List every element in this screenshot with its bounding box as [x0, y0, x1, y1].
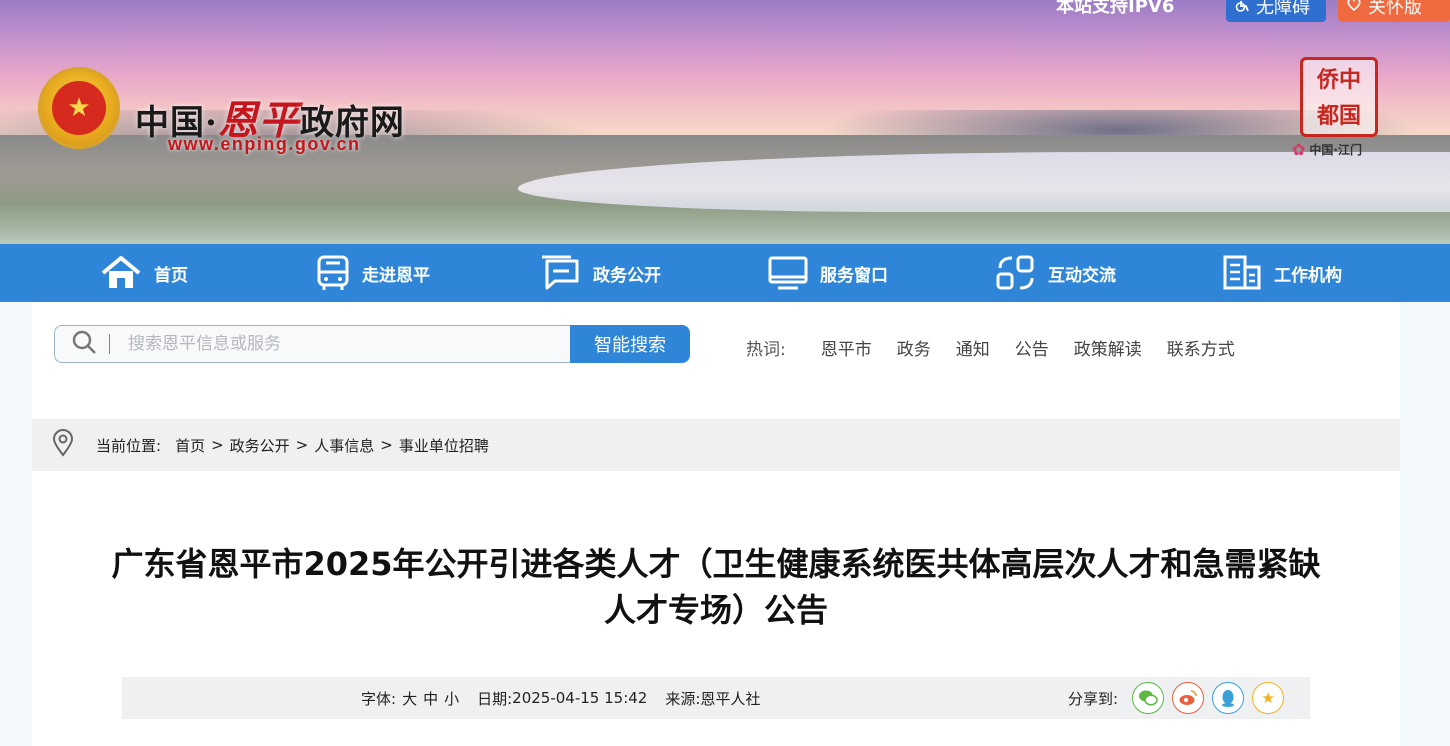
font-size-medium[interactable]: 中	[423, 688, 438, 709]
interaction-icon	[996, 255, 1036, 291]
hot-word-link[interactable]: 政务	[897, 335, 931, 360]
font-size-small[interactable]: 小	[444, 688, 459, 709]
search-input[interactable]	[128, 334, 528, 354]
date-label: 日期:	[477, 689, 513, 708]
search-icon[interactable]	[71, 329, 97, 359]
nav-label: 工作机构	[1274, 265, 1342, 286]
nav-item-home[interactable]: 首页	[100, 244, 188, 302]
hot-words-label: 热词:	[746, 340, 786, 360]
breadcrumb-separator: >	[295, 436, 309, 454]
article-title-line1: 广东省恩平市2025年公开引进各类人才（卫生健康系统医共体高层次人才和急需紧缺	[111, 545, 1321, 583]
banner-fade	[0, 204, 1450, 244]
site-url: www.enping.gov.cn	[168, 134, 361, 154]
wechat-icon[interactable]	[1132, 682, 1165, 714]
qiaodu-subtitle: ✿ 中国·江门	[1292, 140, 1362, 159]
location-pin-icon	[52, 429, 74, 461]
main-nav: 首页 走进恩平 政务公开 服务窗口 互动交流 工作机构	[0, 244, 1450, 302]
article-title: 广东省恩平市2025年公开引进各类人才（卫生健康系统医共体高层次人才和急需紧缺 …	[32, 541, 1400, 633]
hot-word-link[interactable]: 政策解读	[1074, 335, 1142, 360]
building-icon	[1222, 255, 1262, 291]
breadcrumb: 当前位置: 首页 > 政务公开 > 人事信息 > 事业单位招聘	[32, 419, 1400, 471]
source-value: 恩平人社	[700, 689, 761, 708]
content-panel: 智能搜索 热词: 恩平市 政务 通知 公告 政策解读 联系方式 当前位置: 首页…	[32, 302, 1400, 746]
article-title-line2: 人才专场）公告	[603, 591, 828, 629]
ipv6-notice: 本站支持IPV6	[1056, 0, 1175, 17]
hot-words: 热词: 恩平市 政务 通知 公告 政策解读 联系方式	[746, 335, 1235, 360]
nav-item-open-gov[interactable]: 政务公开	[539, 244, 661, 302]
home-icon	[100, 255, 142, 291]
hot-word-link[interactable]: 联系方式	[1167, 335, 1235, 360]
nav-label: 首页	[154, 265, 188, 286]
article-meta-bar: 字体: 大 中 小 日期: 2025-04-15 15:42 来源: 恩平人社 …	[122, 677, 1310, 719]
nav-item-departments[interactable]: 工作机构	[1222, 244, 1342, 302]
hot-word-link[interactable]: 恩平市	[821, 335, 872, 360]
nav-label: 服务窗口	[820, 265, 888, 286]
breadcrumb-item[interactable]: 政务公开	[230, 435, 290, 456]
elderly-label: 关怀版	[1368, 0, 1422, 18]
source-label: 来源:	[665, 689, 701, 708]
search-button[interactable]: 智能搜索	[570, 325, 690, 363]
nav-item-interaction[interactable]: 互动交流	[996, 244, 1116, 302]
weibo-icon[interactable]	[1172, 682, 1205, 714]
article-meta: 字体: 大 中 小 日期: 2025-04-15 15:42 来源: 恩平人社	[361, 677, 760, 719]
nav-label: 互动交流	[1048, 265, 1116, 286]
font-size-label: 字体:	[361, 689, 397, 708]
elderly-care-button[interactable]: 关怀版	[1338, 0, 1450, 22]
header-banner: ★ 中国·恩平政府网 www.enping.gov.cn 本站支持IPV6 无障…	[0, 0, 1450, 244]
qiaodu-subtitle-text: 中国·江门	[1309, 143, 1362, 157]
accessible-button[interactable]: 无障碍	[1226, 0, 1326, 22]
favorite-star-icon[interactable]: ★	[1252, 682, 1285, 714]
qiaodu-logo: 侨中 都国	[1300, 57, 1378, 137]
font-size-large[interactable]: 大	[402, 688, 417, 709]
wheelchair-icon	[1234, 0, 1250, 22]
hot-word-link[interactable]: 通知	[956, 335, 990, 360]
hot-word-link[interactable]: 公告	[1015, 335, 1049, 360]
heart-hand-icon	[1346, 0, 1362, 22]
breadcrumb-item[interactable]: 人事信息	[314, 435, 374, 456]
breadcrumb-label: 当前位置:	[96, 436, 162, 455]
accessible-label: 无障碍	[1256, 0, 1310, 18]
flower-icon: ✿	[1292, 140, 1306, 159]
breadcrumb-item[interactable]: 首页	[175, 435, 205, 456]
chat-icon	[539, 255, 581, 291]
bus-icon	[316, 255, 350, 291]
breadcrumb-separator: >	[211, 436, 224, 454]
breadcrumb-item[interactable]: 事业单位招聘	[399, 435, 489, 456]
nav-item-about[interactable]: 走进恩平	[316, 244, 430, 302]
search-divider	[109, 334, 110, 354]
search-box	[54, 325, 574, 363]
nav-label: 走进恩平	[362, 265, 430, 286]
share-label: 分享到:	[1068, 689, 1119, 708]
date-value: 2025-04-15 15:42	[512, 689, 648, 707]
qq-icon[interactable]	[1212, 682, 1245, 714]
share-bar: 分享到: ★	[1068, 677, 1285, 719]
nav-item-service[interactable]: 服务窗口	[768, 244, 888, 302]
monitor-icon	[768, 255, 808, 291]
national-emblem-icon: ★	[38, 67, 120, 149]
nav-label: 政务公开	[593, 265, 661, 286]
breadcrumb-separator: >	[380, 436, 393, 454]
